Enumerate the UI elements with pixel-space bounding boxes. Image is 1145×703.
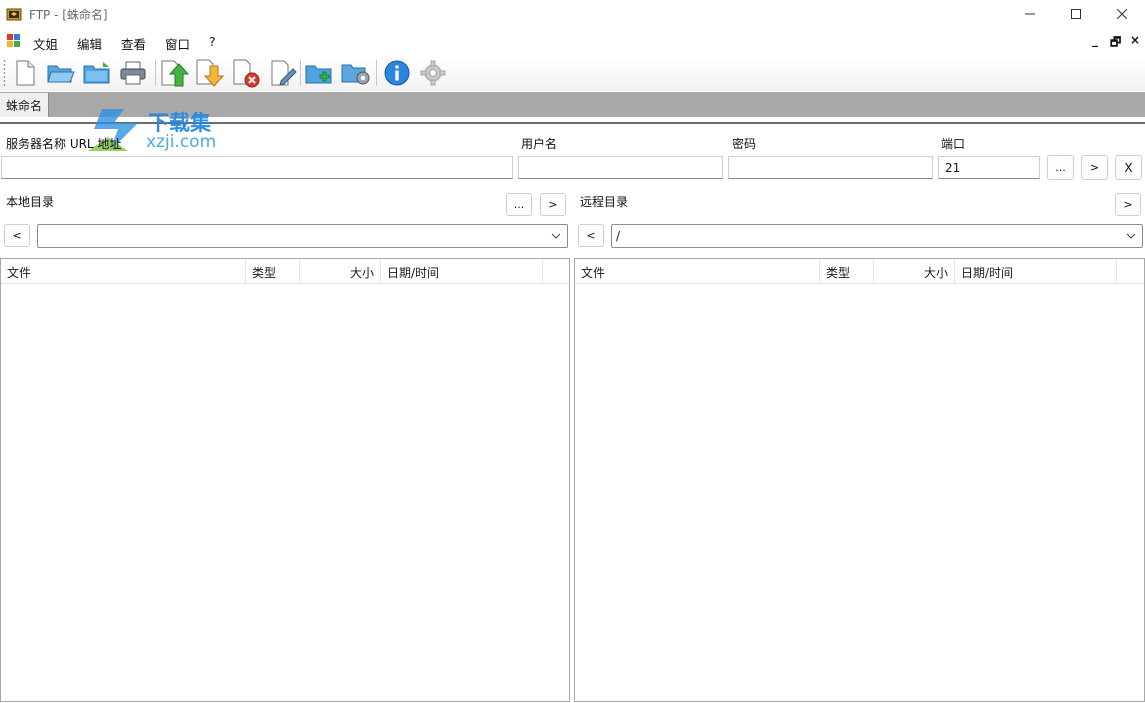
save-folder-icon	[83, 62, 110, 84]
remote-dir-label: 远程目录	[580, 195, 629, 209]
local-go-button[interactable]: >	[540, 193, 566, 216]
menu-edit[interactable]: 编辑	[77, 34, 102, 53]
local-back-button[interactable]: <	[4, 224, 30, 247]
local-col-type[interactable]: 类型	[246, 259, 300, 284]
browse-connection-button[interactable]: ...	[1047, 155, 1074, 180]
mdi-minimize-button[interactable]: _	[1092, 33, 1098, 47]
edit-icon	[271, 60, 297, 86]
remote-col-type[interactable]: 类型	[820, 259, 874, 284]
new-button[interactable]	[10, 58, 40, 88]
document-window-icon[interactable]	[7, 34, 21, 48]
port-label: 端口	[941, 137, 966, 151]
tab-untitled[interactable]: 蛛命名	[0, 93, 49, 117]
remote-go-button[interactable]: >	[1115, 193, 1141, 216]
toolbar-separator	[376, 60, 377, 86]
title-bar: FTP - [蛛命名]	[0, 0, 1145, 28]
local-file-list[interactable]: 文件 类型 大小 日期/时间	[0, 258, 570, 702]
remote-list-header: 文件 类型 大小 日期/时间	[575, 259, 1144, 284]
chevron-down-icon	[551, 233, 561, 239]
toolbar-separator	[300, 60, 301, 86]
local-col-file[interactable]: 文件	[1, 259, 246, 284]
open-button[interactable]	[46, 58, 76, 88]
server-url-label: 服务器名称 URL 地址	[6, 137, 122, 151]
remote-col-datetime[interactable]: 日期/时间	[955, 259, 1117, 284]
menu-view[interactable]: 查看	[121, 34, 146, 53]
upload-button[interactable]	[160, 58, 190, 88]
close-button[interactable]	[1099, 0, 1145, 28]
toolbar-grip[interactable]	[3, 59, 6, 87]
minimize-icon	[1025, 13, 1035, 15]
mdi-close-button[interactable]: ×	[1130, 33, 1140, 47]
password-input[interactable]	[728, 156, 933, 179]
print-button[interactable]	[118, 58, 148, 88]
folder-settings-button[interactable]	[341, 58, 371, 88]
save-button[interactable]	[82, 58, 112, 88]
menu-bar: 文姐 编辑 查看 窗口 ? _ 🗗 ×	[0, 30, 1145, 52]
close-icon	[1117, 9, 1127, 19]
remote-back-button[interactable]: <	[578, 224, 604, 247]
remote-col-size[interactable]: 大小	[874, 259, 955, 284]
menu-help[interactable]: ?	[209, 34, 216, 49]
server-url-input[interactable]	[1, 156, 513, 179]
menu-window[interactable]: 窗口	[165, 34, 190, 53]
new-folder-button[interactable]	[304, 58, 334, 88]
minimize-button[interactable]	[1007, 0, 1053, 28]
username-input[interactable]	[518, 156, 723, 179]
new-folder-icon	[305, 65, 332, 84]
maximize-button[interactable]	[1053, 0, 1099, 28]
watermark-text-en: xzji.com	[146, 132, 217, 152]
delete-button[interactable]	[231, 58, 261, 88]
local-col-size[interactable]: 大小	[300, 259, 381, 284]
chevron-down-icon	[1126, 233, 1136, 239]
mdi-restore-button[interactable]: 🗗	[1110, 33, 1121, 54]
menu-file[interactable]: 文姐	[33, 34, 58, 53]
delete-icon	[233, 59, 260, 88]
new-document-icon	[16, 60, 35, 86]
remote-path-combo[interactable]: /	[611, 224, 1143, 248]
window-title: FTP - [蛛命名]	[29, 8, 108, 22]
print-icon	[120, 61, 146, 85]
password-label: 密码	[732, 137, 757, 151]
edit-button[interactable]	[268, 58, 298, 88]
remote-file-list[interactable]: 文件 类型 大小 日期/时间	[574, 258, 1145, 702]
settings-button[interactable]	[418, 58, 448, 88]
local-col-datetime[interactable]: 日期/时间	[381, 259, 543, 284]
local-browse-button[interactable]: ...	[506, 193, 532, 216]
connect-button[interactable]: >	[1081, 155, 1108, 180]
toolbar-separator	[155, 60, 156, 86]
remote-col-file[interactable]: 文件	[575, 259, 820, 284]
info-icon	[384, 60, 410, 86]
maximize-icon	[1071, 9, 1081, 19]
open-folder-icon	[47, 65, 75, 83]
info-button[interactable]	[382, 58, 412, 88]
username-label: 用户名	[521, 137, 558, 151]
toolbar	[0, 55, 1145, 91]
local-path-combo[interactable]	[37, 224, 568, 248]
local-list-header: 文件 类型 大小 日期/时间	[1, 259, 569, 284]
local-dir-label: 本地目录	[6, 195, 55, 209]
folder-settings-icon	[341, 64, 370, 85]
download-icon	[196, 59, 225, 87]
download-button[interactable]	[195, 58, 225, 88]
remote-path-value: /	[616, 229, 621, 243]
settings-gear-icon	[420, 60, 446, 86]
port-input[interactable]: 21	[938, 156, 1040, 179]
disconnect-button[interactable]: X	[1115, 155, 1142, 180]
upload-icon	[161, 60, 190, 87]
ftp-app-icon	[6, 8, 22, 21]
